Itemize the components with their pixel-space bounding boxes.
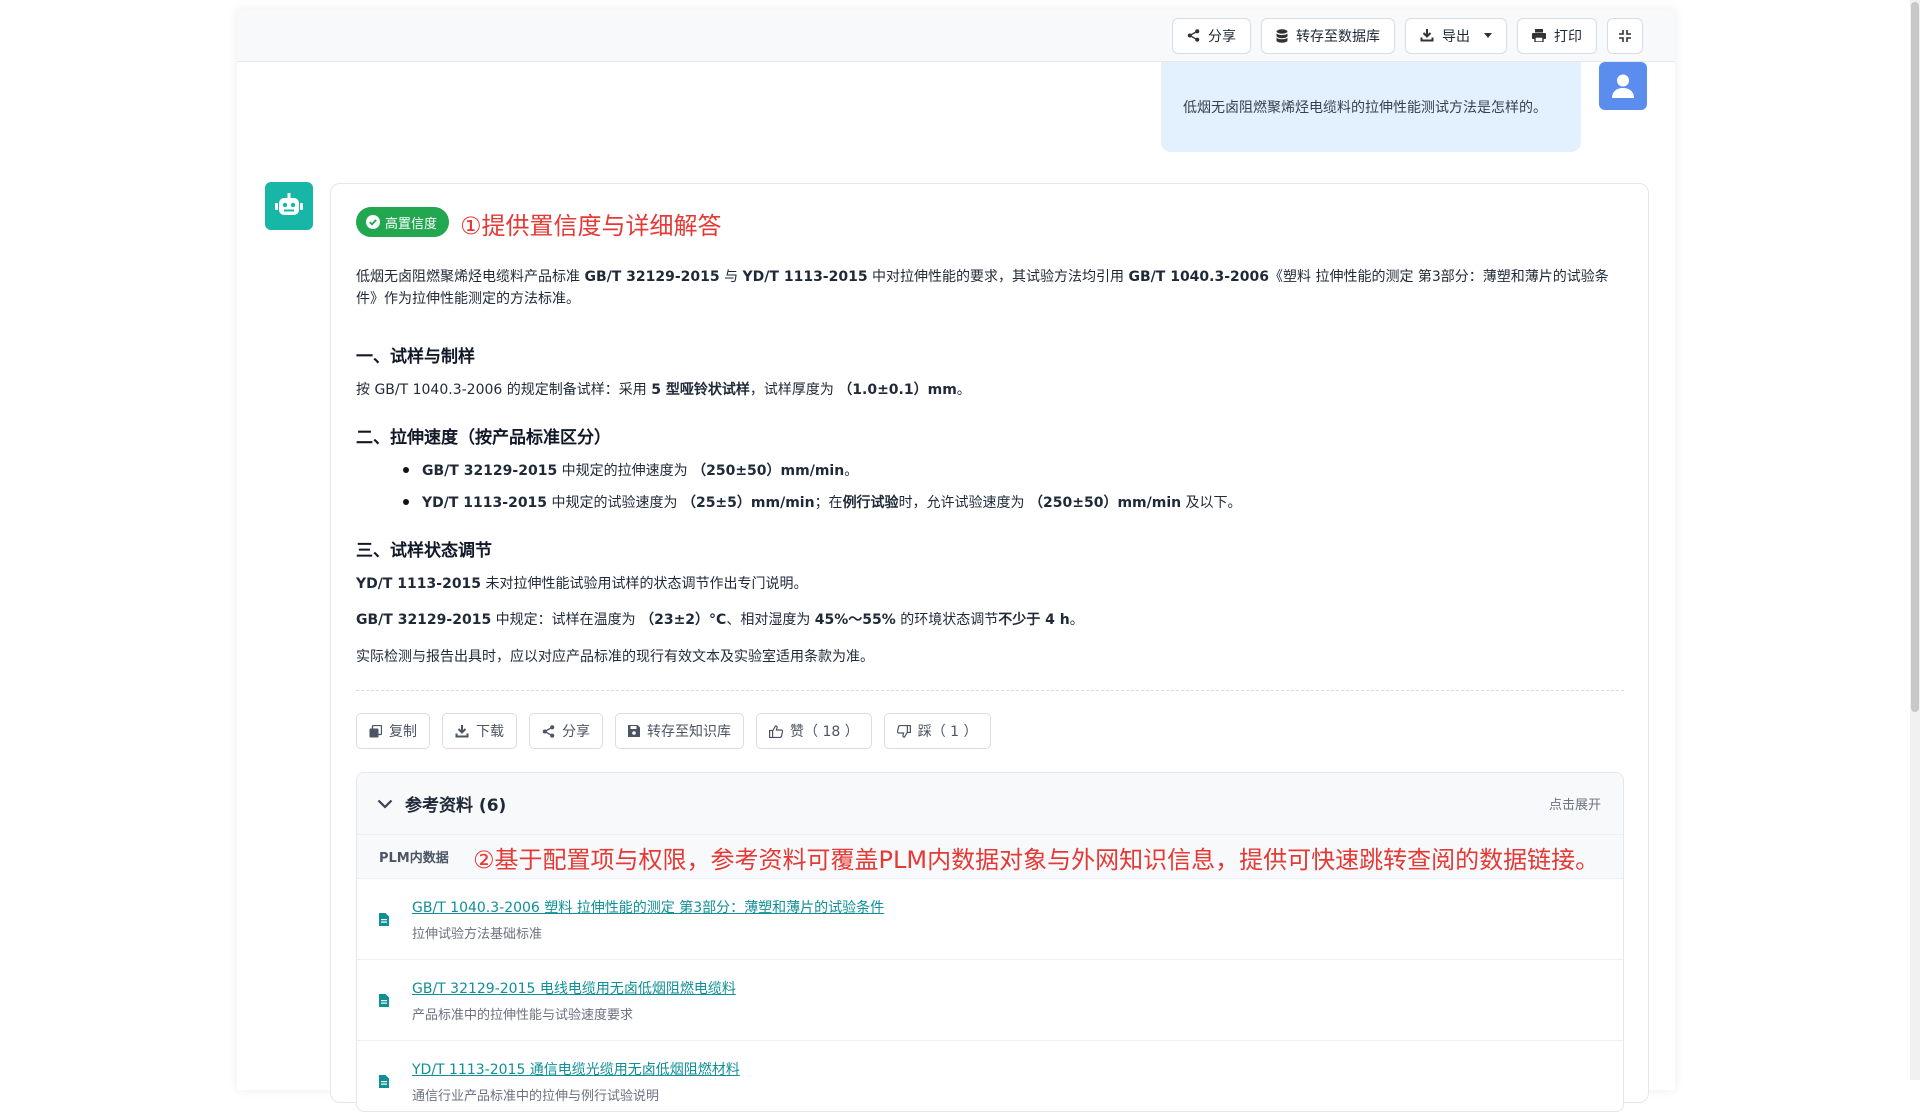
assistant-answer-card: 高置信度 ①提供置信度与详细解答 低烟无卤阻燃聚烯烃电缆料产品标准 GB/T 3… (330, 183, 1649, 1112)
user-message-bubble: 低烟无卤阻燃聚烯烃电缆料的拉伸性能测试方法是怎样的。 (1161, 62, 1581, 152)
document-icon (379, 1075, 389, 1088)
user-avatar (1599, 62, 1647, 110)
share-button[interactable]: 分享 (1172, 17, 1251, 54)
section-3-heading: 三、试样状态调节 (356, 541, 492, 561)
document-icon (379, 994, 389, 1007)
save-to-database-label: 转存至数据库 (1296, 28, 1380, 45)
print-button[interactable]: 打印 (1517, 17, 1597, 54)
user-message-text: 低烟无卤阻燃聚烯烃电缆料的拉伸性能测试方法是怎样的。 (1183, 100, 1547, 116)
like-button[interactable]: 赞（ 18 ） (756, 713, 872, 749)
reference-desc: 产品标准中的拉伸性能与试验速度要求 (412, 1008, 634, 1023)
compress-icon (1619, 29, 1631, 42)
reference-link[interactable]: GB/T 1040.3-2006 塑料 拉伸性能的测定 第3部分：薄塑和薄片的试… (412, 897, 884, 917)
answer-note: 实际检测与报告出具时，应以对应产品标准的现行有效文本及实验室适用条款为准。 (356, 649, 874, 665)
reference-item: GB/T 32129-2015 电线电缆用无卤低烟阻燃电缆料 产品标准中的拉伸性… (357, 960, 1623, 1041)
section-1-text: 按 GB/T 1040.3-2006 的规定制备试样：采用 5 型哑铃状试样，试… (356, 382, 971, 398)
chevron-down-icon (1484, 33, 1492, 38)
exit-fullscreen-button[interactable] (1607, 17, 1643, 54)
chat-panel: 分享 转存至数据库 导出 打印 低烟无卤阻燃聚烯烃电缆料的拉伸性能测试方法是怎样… (237, 10, 1675, 1112)
share-icon (542, 724, 555, 738)
share-label: 分享 (1208, 28, 1236, 45)
download-icon (1420, 29, 1434, 42)
confidence-badge: 高置信度 (356, 207, 450, 237)
download-icon (455, 724, 469, 737)
expand-link[interactable]: 点击展开 (1549, 794, 1601, 813)
export-dropdown-button[interactable]: 导出 (1405, 17, 1507, 54)
reference-desc: 通信行业产品标准中的拉伸与例行试验说明 (412, 1089, 660, 1104)
references-title: 参考资料 (6) (405, 796, 507, 816)
user-icon (1612, 74, 1634, 98)
section-3-text-1: YD/T 1113-2015 未对拉伸性能试验用试样的状态调节作出专门说明。 (356, 576, 808, 592)
section-3-text-2: GB/T 32129-2015 中规定：试样在温度为 （23±2）°C、相对湿度… (356, 612, 1084, 628)
reference-desc: 拉伸试验方法基础标准 (412, 927, 543, 942)
assistant-avatar (265, 182, 313, 230)
list-item: YD/T 1113-2015 中规定的试验速度为 （25±5）mm/min；在例… (403, 492, 1242, 512)
answer-actions: 复制 下载 分享 转存至知识库 赞（ 18 ） 踩（ 1 ） (356, 713, 991, 749)
reference-item: YD/T 1113-2015 通信电缆光缆用无卤低烟阻燃材料 通信行业产品标准中… (357, 1041, 1623, 1111)
document-icon (379, 913, 389, 926)
section-1-heading: 一、试样与制样 (356, 347, 475, 367)
export-label: 导出 (1442, 28, 1470, 45)
reference-item: GB/T 1040.3-2006 塑料 拉伸性能的测定 第3部分：薄塑和薄片的试… (357, 879, 1623, 960)
scrollbar-thumb[interactable] (1911, 2, 1919, 712)
references-header[interactable]: 参考资料 (6) 点击展开 (357, 773, 1623, 835)
check-circle-icon (366, 215, 380, 229)
thumbs-up-icon (769, 724, 783, 738)
reference-link[interactable]: YD/T 1113-2015 通信电缆光缆用无卤低烟阻燃材料 (412, 1059, 740, 1079)
top-toolbar: 分享 转存至数据库 导出 打印 (237, 10, 1675, 62)
copy-icon (369, 724, 382, 737)
save-icon (628, 725, 640, 737)
reference-link[interactable]: GB/T 32129-2015 电线电缆用无卤低烟阻燃电缆料 (412, 978, 736, 998)
references-panel: 参考资料 (6) 点击展开 PLM内数据 ②基于配置项与权限，参考资料可覆盖PL… (356, 772, 1624, 1112)
share-icon (1187, 29, 1200, 42)
annotation-references: ②基于配置项与权限，参考资料可覆盖PLM内数据对象与外网知识信息，提供可快速跳转… (473, 846, 1600, 874)
database-icon (1276, 28, 1288, 43)
references-group-plm: PLM内数据 ②基于配置项与权限，参考资料可覆盖PLM内数据对象与外网知识信息，… (357, 835, 1623, 879)
answer-intro: 低烟无卤阻燃聚烯烃电缆料产品标准 GB/T 32129-2015 与 YD/T … (356, 269, 1609, 307)
dislike-button[interactable]: 踩（ 1 ） (883, 713, 991, 749)
thumbs-down-icon (896, 724, 911, 738)
divider (356, 690, 1624, 691)
save-to-knowledge-base-button[interactable]: 转存至知识库 (615, 713, 744, 749)
group-label: PLM内数据 (379, 851, 449, 866)
chevron-down-icon (377, 799, 393, 809)
print-label: 打印 (1554, 28, 1582, 45)
share-answer-button[interactable]: 分享 (529, 713, 603, 749)
save-to-database-button[interactable]: 转存至数据库 (1261, 17, 1395, 54)
list-item: GB/T 32129-2015 中规定的拉伸速度为 （250±50）mm/min… (403, 460, 858, 480)
page-scrollbar[interactable] (1910, 0, 1920, 1080)
print-icon (1532, 29, 1546, 42)
confidence-label: 高置信度 (385, 216, 438, 232)
section-2-heading: 二、拉伸速度（按产品标准区分） (356, 428, 611, 448)
copy-button[interactable]: 复制 (356, 713, 430, 749)
download-button[interactable]: 下载 (442, 713, 517, 749)
annotation-confidence: ①提供置信度与详细解答 (460, 212, 722, 240)
robot-icon (275, 193, 303, 215)
